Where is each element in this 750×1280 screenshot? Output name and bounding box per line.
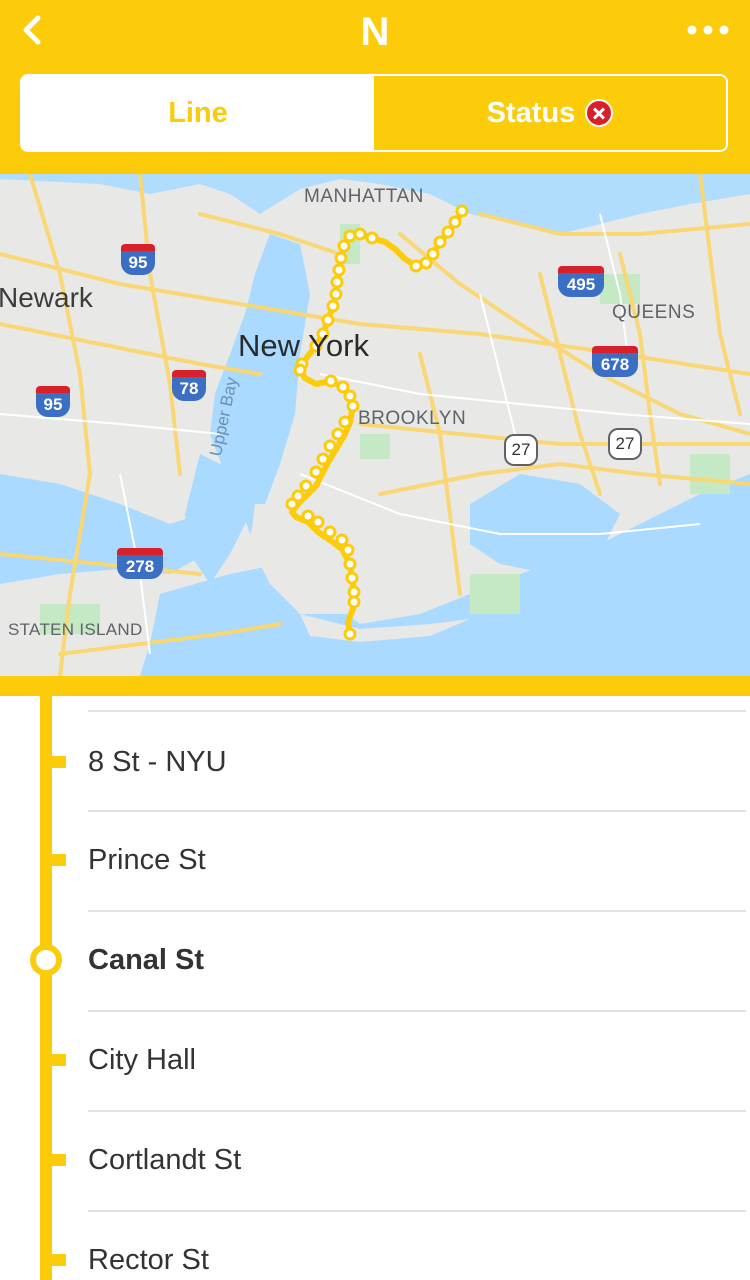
shield-number: 495 bbox=[558, 273, 604, 297]
station-name: 8 St - NYU bbox=[88, 746, 227, 778]
station-row[interactable]: Cortlandt St bbox=[0, 1110, 750, 1210]
tab-status-label: Status bbox=[486, 96, 576, 129]
station-name: City Hall bbox=[88, 1044, 196, 1076]
station-tick bbox=[52, 1254, 66, 1266]
app-header: N Line Status bbox=[0, 0, 750, 174]
tab-line-label: Line bbox=[168, 96, 228, 129]
state-route-icon: 27 bbox=[608, 428, 642, 460]
state-route-icon: 27 bbox=[504, 434, 538, 466]
shield-number: 95 bbox=[121, 251, 155, 275]
interstate-shield-icon: 95 bbox=[36, 386, 70, 420]
interstate-shield-icon: 278 bbox=[117, 548, 163, 582]
interstate-shield-icon: 678 bbox=[592, 346, 638, 380]
tab-status[interactable]: Status bbox=[374, 76, 726, 150]
map-label-brooklyn: BROOKLYN bbox=[358, 408, 467, 429]
shield-number: 95 bbox=[36, 393, 70, 417]
tab-line[interactable]: Line bbox=[22, 76, 374, 150]
station-tick bbox=[52, 1054, 66, 1066]
map-label-queens: QUEENS bbox=[612, 302, 696, 323]
station-name: Cortlandt St bbox=[88, 1144, 242, 1176]
station-row-current[interactable]: Canal St bbox=[0, 910, 750, 1010]
interstate-shield-icon: 495 bbox=[558, 266, 604, 300]
map-label-manhattan: MANHATTAN bbox=[304, 186, 424, 207]
chevron-left-icon[interactable] bbox=[14, 10, 54, 50]
station-name: Prince St bbox=[88, 844, 206, 876]
map-label-new-york: New York bbox=[238, 328, 369, 363]
interstate-shield-icon: 95 bbox=[121, 244, 155, 278]
alert-x-icon bbox=[585, 99, 614, 127]
ellipsis-icon[interactable] bbox=[684, 18, 732, 42]
interstate-shield-icon: 78 bbox=[172, 370, 206, 404]
station-list[interactable]: 8 St - NYU Prince St Canal St City Hall … bbox=[0, 696, 750, 1280]
station-name: Canal St bbox=[88, 944, 205, 976]
shield-number: 278 bbox=[117, 555, 163, 579]
shield-number: 678 bbox=[592, 353, 638, 377]
map-label-staten-island: STATEN ISLAND bbox=[8, 620, 143, 639]
route-map[interactable]: MANHATTAN Newark New York QUEENS BROOKLY… bbox=[0, 174, 750, 676]
map-divider bbox=[0, 676, 750, 696]
station-row[interactable]: Prince St bbox=[0, 810, 750, 910]
station-tick bbox=[52, 756, 66, 768]
station-row[interactable]: Rector St bbox=[0, 1210, 750, 1280]
station-tick bbox=[52, 854, 66, 866]
station-tick bbox=[52, 1154, 66, 1166]
station-row[interactable]: City Hall bbox=[0, 1010, 750, 1110]
view-segmented-control: Line Status bbox=[20, 74, 728, 152]
line-title: N bbox=[360, 10, 390, 54]
map-label-newark: Newark bbox=[0, 282, 93, 313]
station-row[interactable]: 8 St - NYU bbox=[0, 712, 750, 812]
current-station-marker bbox=[30, 944, 62, 976]
shield-number: 78 bbox=[172, 377, 206, 401]
station-name: Rector St bbox=[88, 1244, 209, 1276]
